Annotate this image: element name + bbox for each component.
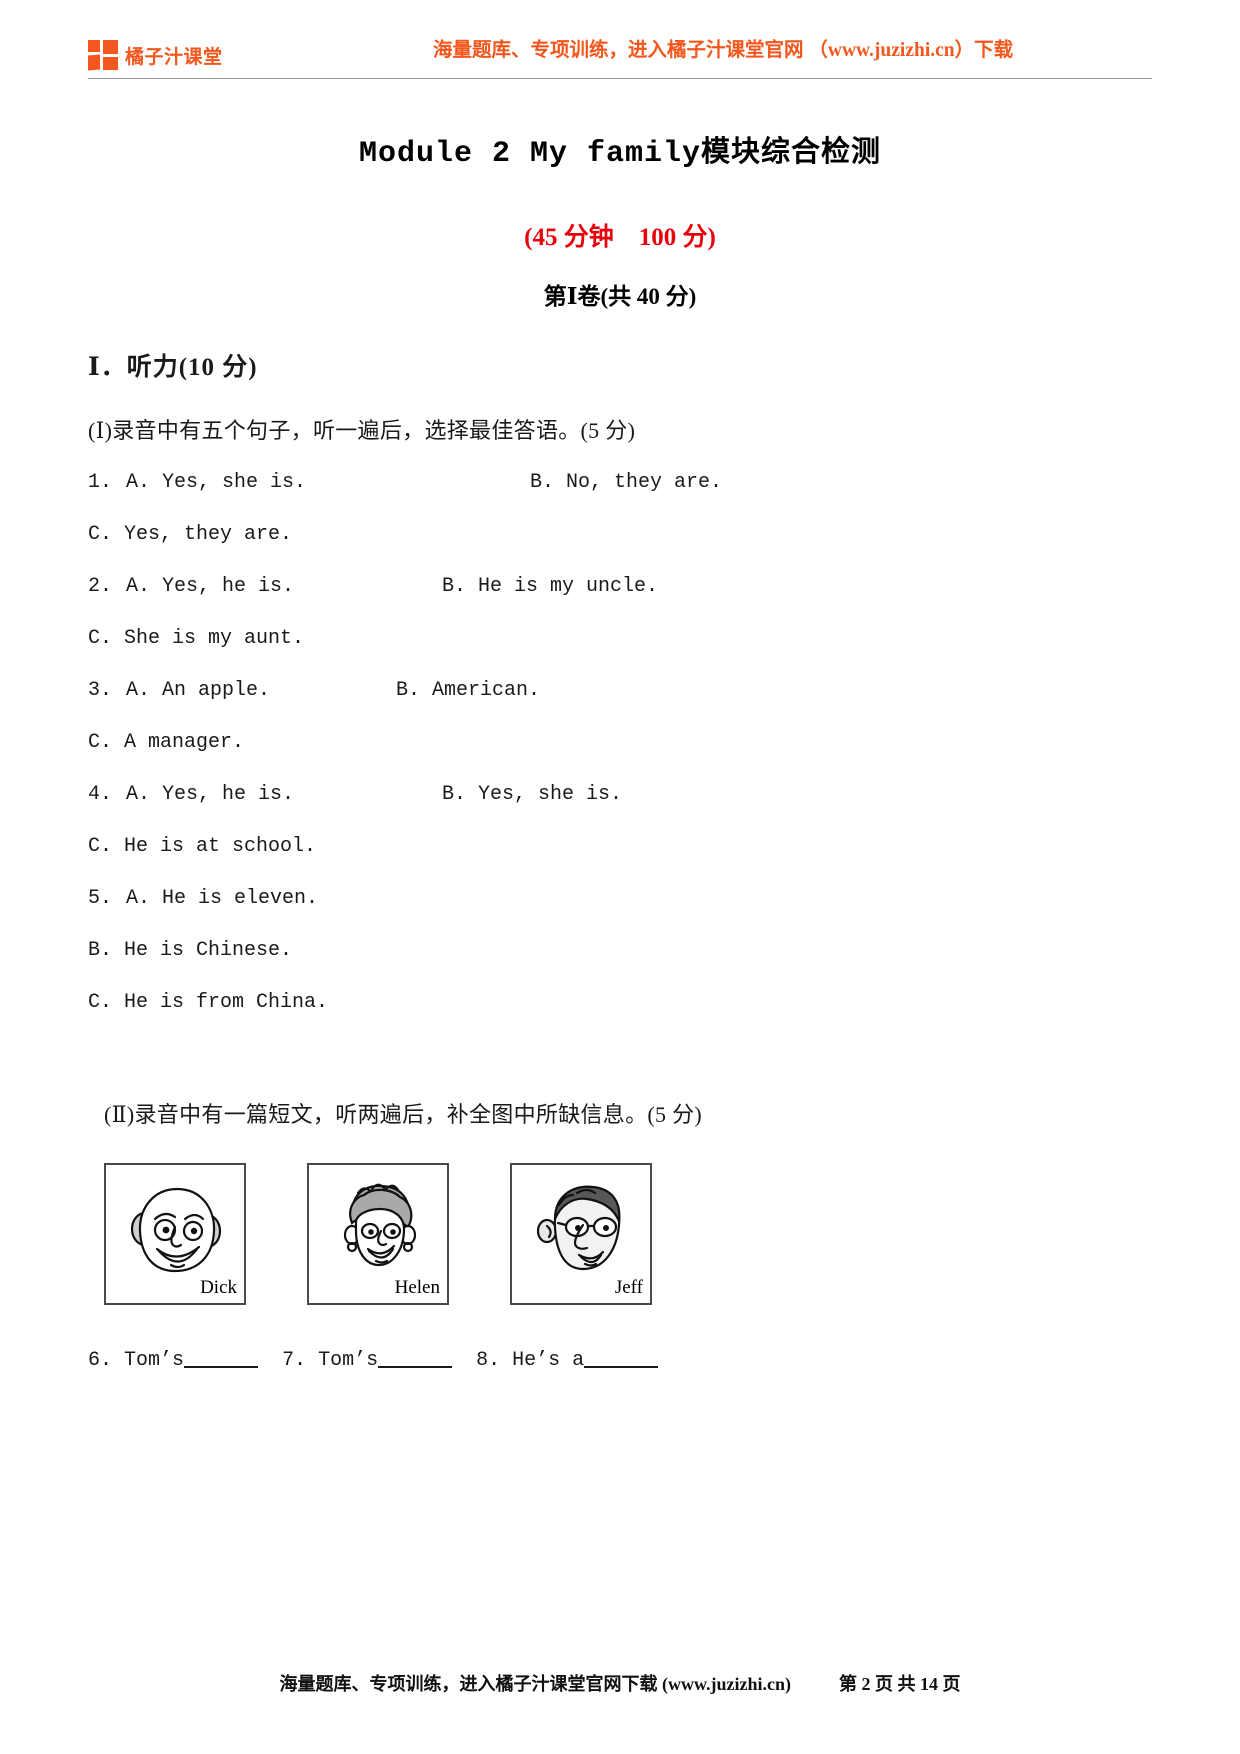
fill-in-number: 8. xyxy=(476,1349,501,1372)
picture-card-group: Dick Helen Jeff xyxy=(88,1163,1152,1305)
option-c: C. Yes, they are. xyxy=(88,523,293,546)
option-c: C. He is at school. xyxy=(88,835,317,858)
question-number: 4. xyxy=(88,783,113,806)
brand-logo-group: 橘子汁课堂 xyxy=(88,40,223,71)
option-a: A. An apple. xyxy=(126,679,271,702)
fill-in-stem: He’s a xyxy=(512,1349,585,1372)
question-row: 3. A. An apple. B. American. xyxy=(88,679,1152,705)
page-title-english: Module 2 My family xyxy=(358,137,702,171)
answer-blank[interactable] xyxy=(184,1366,259,1368)
part1-directive: (Ⅰ)录音中有五个句子，听一遍后，选择最佳答语。(5 分) xyxy=(88,418,636,443)
question-number: 1. xyxy=(88,471,113,494)
page-title: Module 2 My family模块综合检测 xyxy=(88,86,1152,171)
face-bald-man-icon xyxy=(130,1187,222,1273)
picture-card: Jeff xyxy=(510,1163,652,1305)
question-row-cont: C. He is at school. xyxy=(88,835,1152,861)
picture-card-label: Dick xyxy=(200,1277,237,1298)
option-b: B. No, they are. xyxy=(530,471,723,494)
fill-in-stem: Tom’s xyxy=(318,1349,379,1372)
option-b: B. He is Chinese. xyxy=(88,939,293,962)
question-row-cont: B. He is Chinese. xyxy=(88,939,1152,965)
face-curly-hair-woman-icon xyxy=(343,1183,417,1267)
face-young-man-glasses-icon xyxy=(536,1185,621,1271)
option-c: C. She is my aunt. xyxy=(88,627,305,650)
question-number: 3. xyxy=(88,679,113,702)
question-row-cont: C. He is from China. xyxy=(88,991,1152,1017)
picture-card-label: Jeff xyxy=(614,1277,643,1298)
page-title-chinese: 模块综合检测 xyxy=(701,134,882,168)
juzizhi-squares-logo-icon xyxy=(88,40,118,71)
option-a: A. Yes, she is. xyxy=(126,471,307,494)
brand-name-label: 橘子汁课堂 xyxy=(125,45,223,68)
question-row: 2. A. Yes, he is. B. He is my uncle. xyxy=(88,575,1152,601)
question-number: 2. xyxy=(88,575,113,598)
footer-note: 海量题库、专项训练，进入橘子汁课堂官网下载 (www.juzizhi.cn) xyxy=(279,1674,792,1694)
answer-blank[interactable] xyxy=(584,1366,659,1368)
section-heading-listening: Ⅰ．听力(10 分) xyxy=(88,354,258,381)
page-footer: 海量题库、专项训练，进入橘子汁课堂官网下载 (www.juzizhi.cn) 第… xyxy=(88,1670,1152,1696)
option-c: C. A manager. xyxy=(88,731,245,754)
volume-line: 第Ⅰ卷(共 40 分) xyxy=(543,284,697,309)
question-row-cont: C. She is my aunt. xyxy=(88,627,1152,653)
question-row-cont: C. Yes, they are. xyxy=(88,523,1152,549)
part2-directive: (Ⅱ)录音中有一篇短文，听两遍后，补全图中所缺信息。(5 分) xyxy=(104,1102,703,1127)
fill-in-number: 6. xyxy=(88,1349,113,1372)
option-a: A. He is eleven. xyxy=(126,887,319,910)
picture-card: Dick xyxy=(104,1163,246,1305)
score-line: (45 分钟 100 分) xyxy=(524,224,716,251)
option-c: C. He is from China. xyxy=(88,991,329,1014)
footer-page-label: 第 2 页 共 14 页 xyxy=(839,1674,961,1694)
fill-in-stem: Tom’s xyxy=(124,1349,185,1372)
question-number: 5. xyxy=(88,887,113,910)
picture-card-label: Helen xyxy=(394,1277,440,1298)
question-row: 1. A. Yes, she is. B. No, they are. xyxy=(88,471,1152,497)
header-promo-note: 海量题库、专项训练，进入橘子汁课堂官网 （www.juzizhi.cn）下载 xyxy=(433,40,1014,61)
answer-blank[interactable] xyxy=(378,1366,453,1368)
option-a: A. Yes, he is. xyxy=(126,575,295,598)
exam-page: 橘子汁课堂 海量题库、专项训练，进入橘子汁课堂官网 （www.juzizhi.c… xyxy=(0,0,1240,1754)
fill-in-row: 6. Tom’s 7. Tom’s 8. He’s a xyxy=(88,1349,1152,1372)
option-b: B. American. xyxy=(396,679,541,702)
header-divider xyxy=(88,78,1152,79)
page-header: 橘子汁课堂 海量题库、专项训练，进入橘子汁课堂官网 （www.juzizhi.c… xyxy=(88,0,1152,86)
question-row: 5. A. He is eleven. xyxy=(88,887,1152,913)
option-b: B. Yes, she is. xyxy=(442,783,623,806)
question-row: 4. A. Yes, he is. B. Yes, she is. xyxy=(88,783,1152,809)
picture-card: Helen xyxy=(307,1163,449,1305)
option-b: B. He is my uncle. xyxy=(442,575,659,598)
question-row-cont: C. A manager. xyxy=(88,731,1152,757)
fill-in-number: 7. xyxy=(282,1349,307,1372)
option-a: A. Yes, he is. xyxy=(126,783,295,806)
